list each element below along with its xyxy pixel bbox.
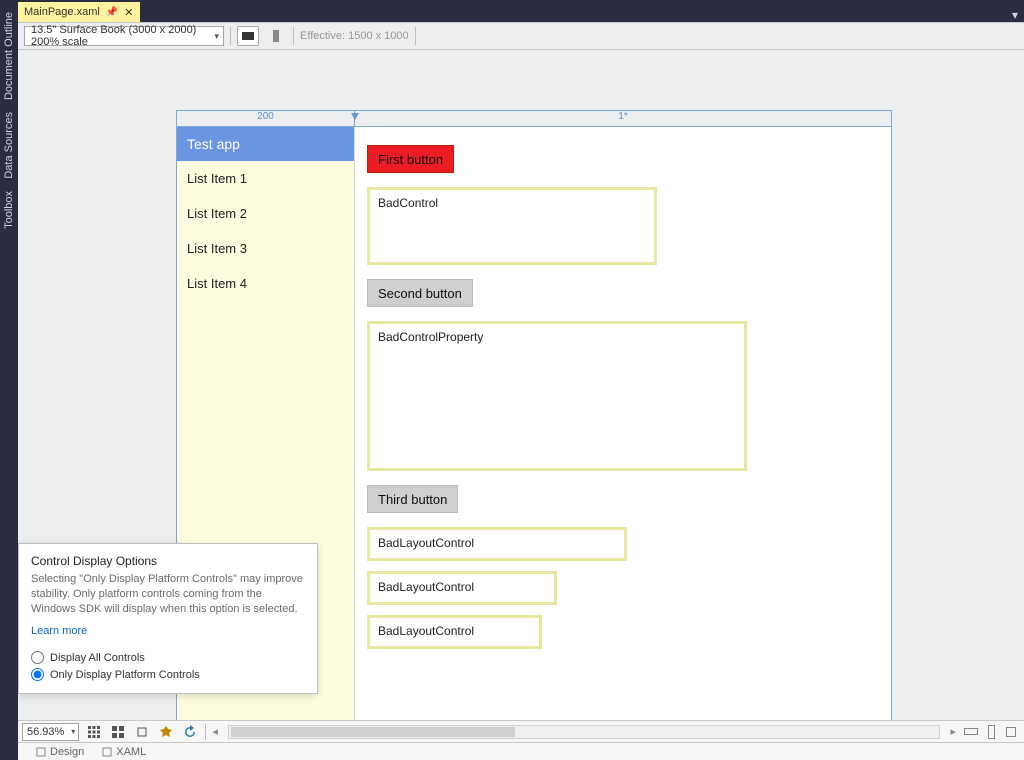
- pane-layout-vertical-icon[interactable]: [982, 723, 1000, 741]
- ruler-marker-icon[interactable]: [350, 111, 360, 121]
- pane-layout-horizontal-icon[interactable]: [962, 723, 980, 741]
- nav-item[interactable]: List Item 4: [177, 266, 354, 301]
- snap-icon[interactable]: [133, 723, 151, 741]
- toolbar-separator: [415, 27, 416, 45]
- statusbar-separator: [205, 724, 206, 740]
- bad-control-property-box[interactable]: BadControlProperty: [367, 321, 747, 471]
- first-button[interactable]: First button: [367, 145, 454, 173]
- grid2-icon[interactable]: [109, 723, 127, 741]
- app-title: Test app: [177, 127, 354, 161]
- split-tab-xaml-label: XAML: [116, 746, 146, 758]
- ruler-label-left: 200: [257, 111, 274, 122]
- nav-item[interactable]: List Item 3: [177, 231, 354, 266]
- learn-more-link[interactable]: Learn more: [31, 625, 87, 637]
- toolbar-separator: [293, 27, 294, 45]
- refresh-icon[interactable]: [181, 723, 199, 741]
- split-tab-design[interactable]: Design: [36, 746, 84, 758]
- split-tab-design-label: Design: [50, 746, 84, 758]
- scroll-right-icon[interactable]: ▸: [950, 725, 956, 738]
- close-tab-icon[interactable]: ✕: [124, 6, 133, 19]
- radio-only-platform-label: Only Display Platform Controls: [50, 669, 200, 681]
- pane-layout-single-icon[interactable]: [1002, 723, 1020, 741]
- device-combo[interactable]: 13.5" Surface Book (3000 x 2000) 200% sc…: [24, 26, 224, 46]
- document-tab-label: MainPage.xaml: [24, 6, 100, 18]
- horizontal-scrollbar[interactable]: [228, 725, 941, 739]
- radio-display-all[interactable]: Display All Controls: [31, 651, 305, 664]
- radio-display-all-label: Display All Controls: [50, 652, 145, 664]
- toolwell-tab-data-sources[interactable]: Data Sources: [2, 110, 16, 181]
- tool-well: Document Outline Data Sources Toolbox: [0, 0, 18, 760]
- pane-layout-buttons: [962, 723, 1020, 741]
- design-viewport[interactable]: 200 1* Test app List Item 1 List Item 2 …: [18, 50, 1024, 720]
- second-button[interactable]: Second button: [367, 279, 473, 307]
- bad-layout-box[interactable]: BadLayoutControl: [367, 571, 557, 605]
- control-display-options-popup: Control Display Options Selecting "Only …: [18, 543, 318, 694]
- popup-title: Control Display Options: [31, 554, 305, 568]
- settings-icon[interactable]: [157, 723, 175, 741]
- tab-overflow-icon[interactable]: ▾: [1012, 8, 1024, 22]
- toolwell-tab-toolbox[interactable]: Toolbox: [2, 189, 16, 231]
- device-combo-text: 13.5" Surface Book (3000 x 2000) 200% sc…: [31, 24, 217, 48]
- toolwell-tab-document-outline[interactable]: Document Outline: [2, 10, 16, 102]
- document-tab[interactable]: MainPage.xaml 📌 ✕: [18, 2, 140, 22]
- designer-host: MainPage.xaml 📌 ✕ ▾ 13.5" Surface Book (…: [18, 0, 1024, 760]
- effective-resolution-label: Effective: 1500 x 1000: [300, 30, 409, 42]
- ruler-horizontal: 200 1*: [176, 110, 892, 126]
- nav-item[interactable]: List Item 1: [177, 161, 354, 196]
- design-toolbar: 13.5" Surface Book (3000 x 2000) 200% sc…: [18, 22, 1024, 50]
- grid3-icon[interactable]: [85, 723, 103, 741]
- horizontal-scrollbar-thumb[interactable]: [231, 727, 515, 737]
- bad-layout-box[interactable]: BadLayoutControl: [367, 615, 542, 649]
- radio-only-platform-input[interactable]: [31, 668, 44, 681]
- popup-body: Selecting "Only Display Platform Control…: [31, 572, 305, 617]
- toolbar-separator: [230, 27, 231, 45]
- pin-icon[interactable]: 📌: [106, 7, 118, 18]
- radio-only-platform[interactable]: Only Display Platform Controls: [31, 668, 305, 681]
- orientation-portrait-button[interactable]: [265, 26, 287, 46]
- document-tab-row: MainPage.xaml 📌 ✕ ▾: [18, 0, 1024, 22]
- content-pane: First button BadControl Second button Ba…: [355, 127, 891, 720]
- bad-layout-box[interactable]: BadLayoutControl: [367, 527, 627, 561]
- split-tab-xaml[interactable]: XAML: [102, 746, 146, 758]
- ruler-label-right: 1*: [618, 111, 627, 122]
- zoom-value: 56.93%: [27, 726, 64, 738]
- radio-display-all-input[interactable]: [31, 651, 44, 664]
- status-bar: 56.93% ◂ ▸: [18, 720, 1024, 742]
- design-xaml-split: Design XAML: [18, 742, 1024, 760]
- bad-control-box[interactable]: BadControl: [367, 187, 657, 265]
- third-button[interactable]: Third button: [367, 485, 458, 513]
- nav-item[interactable]: List Item 2: [177, 196, 354, 231]
- scroll-left-icon[interactable]: ◂: [212, 725, 218, 738]
- orientation-landscape-button[interactable]: [237, 26, 259, 46]
- zoom-combo[interactable]: 56.93%: [22, 723, 79, 741]
